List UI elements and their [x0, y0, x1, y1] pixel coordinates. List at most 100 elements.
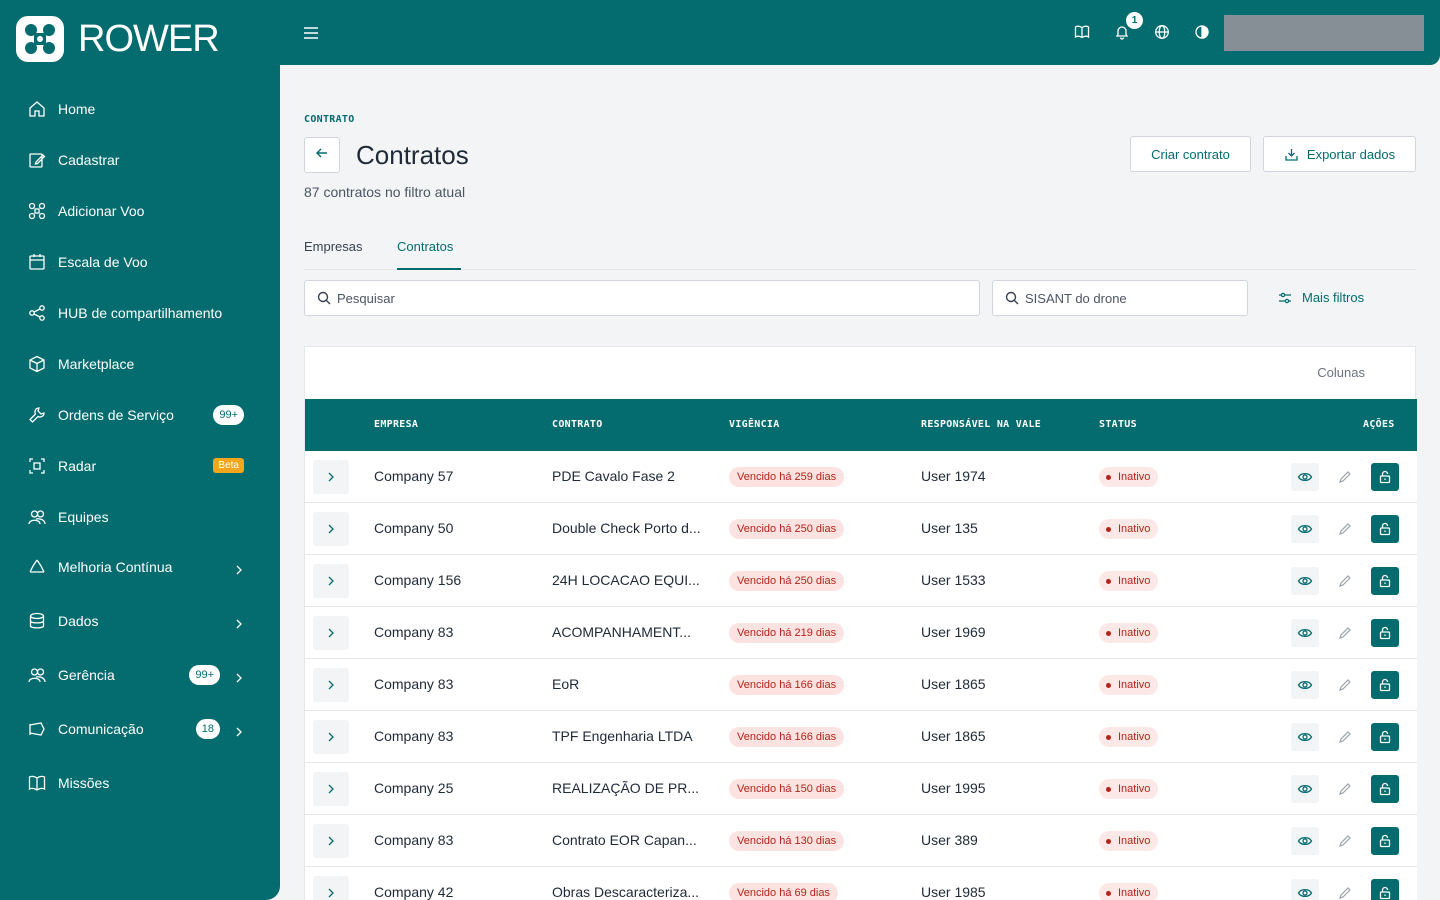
edit-button[interactable] [1331, 515, 1359, 543]
menu-icon[interactable] [302, 24, 320, 42]
sidebar-item-adicionar-voo[interactable]: Adicionar Voo [0, 186, 280, 236]
contrast-icon[interactable] [1194, 24, 1210, 40]
lock-button[interactable] [1371, 515, 1399, 543]
expand-row-button[interactable] [313, 564, 349, 598]
status-label: Inativo [1118, 887, 1151, 899]
edit-button[interactable] [1331, 463, 1359, 491]
cell-contrato: PDE Cavalo Fase 2 [552, 468, 675, 484]
export-data-button[interactable]: Exportar dados [1263, 136, 1416, 172]
lock-button[interactable] [1371, 879, 1399, 900]
table-row[interactable]: Company 83 ACOMPANHAMENT... Vencido há 219… [305, 607, 1417, 659]
edit-button[interactable] [1331, 775, 1359, 803]
sidebar-item-melhoria-continua[interactable]: Melhoria Contínua [0, 542, 280, 592]
view-button[interactable] [1291, 775, 1319, 803]
user-menu[interactable] [1224, 15, 1424, 51]
table-row[interactable]: Company 83 Contrato EOR Capan... Vencido h… [305, 815, 1417, 867]
view-button[interactable] [1291, 619, 1319, 647]
edit-button[interactable] [1331, 567, 1359, 595]
sisant-field [992, 280, 1248, 316]
lock-icon [1378, 626, 1392, 640]
header-acoes: AÇÕES [1363, 419, 1395, 430]
status-badge: Inativo [1099, 675, 1159, 695]
sidebar-item-gerencia[interactable]: Gerência 99+ [0, 650, 280, 700]
recycle-icon [28, 558, 46, 576]
view-button[interactable] [1291, 567, 1319, 595]
expand-row-button[interactable] [313, 772, 349, 806]
table-row[interactable]: Company 83 TPF Engenharia LTDA Vencido há … [305, 711, 1417, 763]
validity-badge: Vencido há 250 dias [729, 571, 845, 591]
cell-contrato: 24H LOCACAO EQUI... [552, 572, 700, 588]
view-button[interactable] [1291, 827, 1319, 855]
book-open-icon[interactable] [1074, 24, 1090, 40]
expand-row-button[interactable] [313, 512, 349, 546]
table-row[interactable]: Company 57 PDE Cavalo Fase 2 Vencido há 25… [305, 451, 1417, 503]
header-status[interactable]: STATUS [1099, 419, 1137, 430]
view-button[interactable] [1291, 723, 1319, 751]
edit-button[interactable] [1331, 671, 1359, 699]
arrow-left-icon [315, 146, 329, 165]
notification-badge: 1 [1126, 12, 1143, 29]
sidebar-item-marketplace[interactable]: Marketplace [0, 339, 280, 389]
sidebar-item-cadastrar[interactable]: Cadastrar [0, 135, 280, 185]
edit-button[interactable] [1331, 619, 1359, 647]
header-responsavel[interactable]: RESPONSÁVEL NA VALE [921, 419, 1041, 430]
table-row[interactable]: Company 42 Obras Descaracteriza... Vencido… [305, 867, 1417, 900]
megaphone-icon [28, 720, 46, 738]
box-icon [28, 355, 46, 373]
sidebar-item-equipes[interactable]: Equipes [0, 492, 280, 542]
more-filters-button[interactable]: Mais filtros [1278, 290, 1364, 305]
lock-button[interactable] [1371, 827, 1399, 855]
back-button[interactable] [304, 137, 340, 173]
header-contrato[interactable]: CONTRATO [552, 419, 603, 430]
expand-row-button[interactable] [313, 668, 349, 702]
sidebar-item-radar[interactable]: Radar Beta [0, 441, 280, 491]
table-row[interactable]: Company 83 EoR Vencido há 166 dias User 186… [305, 659, 1417, 711]
lock-button[interactable] [1371, 619, 1399, 647]
validity-badge: Vencido há 250 dias [729, 519, 845, 539]
chevron-right-icon [326, 472, 336, 482]
lock-button[interactable] [1371, 723, 1399, 751]
expand-row-button[interactable] [313, 720, 349, 754]
logo[interactable]: ROWER [16, 16, 220, 62]
view-button[interactable] [1291, 515, 1319, 543]
search-input[interactable] [337, 290, 933, 306]
lock-icon [1378, 522, 1392, 536]
lock-button[interactable] [1371, 775, 1399, 803]
edit-button[interactable] [1331, 723, 1359, 751]
create-contract-button[interactable]: Criar contrato [1130, 136, 1251, 172]
view-button[interactable] [1291, 671, 1319, 699]
view-button[interactable] [1291, 879, 1319, 900]
expand-row-button[interactable] [313, 824, 349, 858]
sidebar-item-comunicacao[interactable]: Comunicação 18 [0, 704, 280, 754]
columns-button[interactable]: Colunas [1317, 365, 1365, 380]
lock-button[interactable] [1371, 463, 1399, 491]
sisant-input[interactable] [1025, 290, 1243, 306]
view-button[interactable] [1291, 463, 1319, 491]
table-row[interactable]: Company 50 Double Check Porto d... Vencido… [305, 503, 1417, 555]
table-row[interactable]: Company 25 REALIZAÇÃO DE PR... Vencido há … [305, 763, 1417, 815]
sidebar-item-home[interactable]: Home [0, 84, 280, 134]
header-vigencia[interactable]: VIGÊNCIA [729, 419, 780, 430]
lock-button[interactable] [1371, 671, 1399, 699]
sidebar-item-label: Cadastrar [58, 152, 120, 168]
edit-button[interactable] [1331, 879, 1359, 900]
cell-empresa: Company 83 [374, 624, 454, 640]
expand-row-button[interactable] [313, 460, 349, 494]
expand-row-button[interactable] [313, 616, 349, 650]
sidebar-item-hub[interactable]: HUB de compartilhamento [0, 288, 280, 338]
sidebar-item-ordens-de-servico[interactable]: Ordens de Serviço 99+ [0, 390, 280, 440]
edit-button[interactable] [1331, 827, 1359, 855]
sidebar-item-dados[interactable]: Dados [0, 596, 280, 646]
sidebar-item-missoes[interactable]: Missões [0, 758, 280, 808]
globe-icon[interactable] [1154, 24, 1170, 40]
table-row[interactable]: Company 156 24H LOCACAO EQUI... Vencido há… [305, 555, 1417, 607]
lock-button[interactable] [1371, 567, 1399, 595]
sidebar-item-escala-de-voo[interactable]: Escala de Voo [0, 237, 280, 287]
tab-empresas[interactable]: Empresas [304, 239, 363, 270]
database-icon [28, 612, 46, 630]
expand-row-button[interactable] [313, 876, 349, 900]
tab-contratos[interactable]: Contratos [397, 239, 461, 270]
header-empresa[interactable]: EMPRESA [374, 419, 418, 430]
status-label: Inativo [1118, 731, 1151, 743]
page-subtitle: 87 contratos no filtro atual [304, 184, 466, 200]
